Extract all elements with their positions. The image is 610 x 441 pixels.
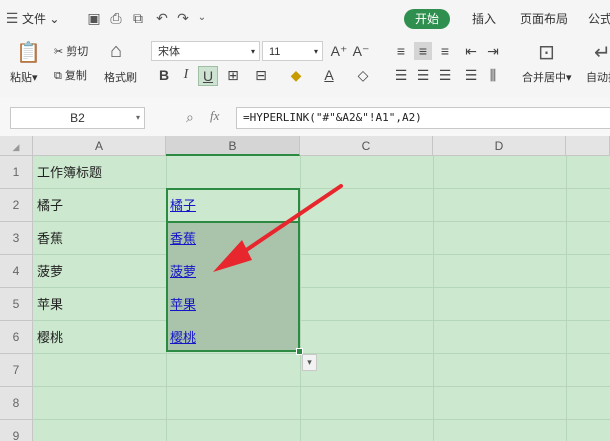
font-name-select[interactable]: 宋体 ▾	[151, 41, 260, 61]
align-right-icon[interactable]: ☰	[436, 66, 454, 84]
fx-icon[interactable]: fx	[210, 108, 219, 124]
align-middle-icon[interactable]: ≡	[414, 42, 432, 60]
align-top-icon[interactable]: ≡	[392, 42, 410, 60]
print-icon[interactable]: ⎙	[108, 10, 124, 26]
save-icon[interactable]: ▣	[86, 10, 102, 26]
autowrap-button[interactable]: 自动换	[586, 69, 610, 85]
font-color-icon[interactable]: A	[320, 66, 338, 84]
formula-bar: B2 ▾ ⌕ fx =HYPERLINK("#"&A2&"!A1",A2)	[0, 98, 610, 137]
print-preview-icon[interactable]: ⧉	[130, 10, 146, 26]
align-left-icon[interactable]: ☰	[392, 66, 410, 84]
cut-button[interactable]: ✂ 剪切	[54, 43, 88, 59]
menu-bar: ☰ 文件 ⌄ ▣ ⎙ ⧉ ↶ ↷ ⌄ 开始 插入 页面布局 公式	[0, 0, 610, 36]
tab-insert[interactable]: 插入	[472, 9, 496, 29]
formula-input[interactable]: =HYPERLINK("#"&A2&"!A1",A2)	[236, 107, 610, 129]
bold-icon[interactable]: B	[155, 66, 173, 84]
name-box[interactable]: B2 ▾	[10, 107, 145, 129]
justify-icon[interactable]: ☰	[462, 66, 480, 84]
align-center-icon[interactable]: ☰	[414, 66, 432, 84]
indent-decrease-icon[interactable]: ⇤	[462, 42, 480, 60]
fill-style-icon[interactable]: ⊟	[252, 66, 270, 84]
more-dropdown-icon[interactable]: ⌄	[194, 10, 210, 26]
merge-center-icon[interactable]: ⊡	[538, 40, 555, 65]
scissors-icon: ✂	[54, 46, 64, 58]
copy-button[interactable]: ⧉ 复制	[54, 67, 87, 83]
font-size-select[interactable]: 11 ▾	[262, 41, 323, 61]
ribbon: 📋 粘贴▾ ✂ 剪切 ⧉ 复制 ⌂ 格式刷 宋体 ▾ 11 ▾ A⁺ A⁻ B I …	[0, 36, 610, 99]
tab-page-layout[interactable]: 页面布局	[520, 9, 568, 29]
redo-icon[interactable]: ↷	[175, 10, 191, 26]
italic-icon[interactable]: I	[177, 66, 195, 84]
paste-icon[interactable]: 📋	[16, 40, 41, 65]
tab-formulas[interactable]: 公式	[588, 9, 610, 29]
borders-icon[interactable]: ⊞	[224, 66, 242, 84]
fill-color-icon[interactable]: ◆	[287, 66, 305, 84]
paste-button[interactable]: 粘贴▾	[10, 69, 38, 85]
spreadsheet-grid[interactable]: ◢ A B C D 1 2 3 4 5 6 7 8 9 工作簿标题 橘子 香蕉 …	[0, 136, 610, 441]
merge-center-button[interactable]: 合并居中▾	[522, 69, 572, 85]
format-painter-icon[interactable]: ⌂	[110, 40, 122, 63]
distribute-icon[interactable]: ⫼	[484, 66, 502, 84]
tab-home[interactable]: 开始	[404, 9, 451, 29]
copy-icon: ⧉	[54, 70, 62, 82]
hamburger-icon[interactable]: ☰	[4, 10, 20, 26]
increase-font-icon[interactable]: A⁺	[330, 42, 348, 60]
align-bottom-icon[interactable]: ≡	[436, 42, 454, 60]
autowrap-icon[interactable]: ↵	[594, 40, 610, 65]
annotation-arrow-icon	[213, 184, 343, 272]
format-painter-button[interactable]: 格式刷	[104, 69, 137, 85]
indent-increase-icon[interactable]: ⇥	[484, 42, 502, 60]
undo-icon[interactable]: ↶	[154, 10, 170, 26]
decrease-font-icon[interactable]: A⁻	[352, 42, 370, 60]
file-menu[interactable]: 文件 ⌄	[22, 9, 59, 29]
underline-icon[interactable]: U	[198, 66, 218, 86]
clear-format-icon[interactable]: ◇	[354, 66, 372, 84]
zoom-search-icon[interactable]: ⌕	[186, 109, 194, 126]
